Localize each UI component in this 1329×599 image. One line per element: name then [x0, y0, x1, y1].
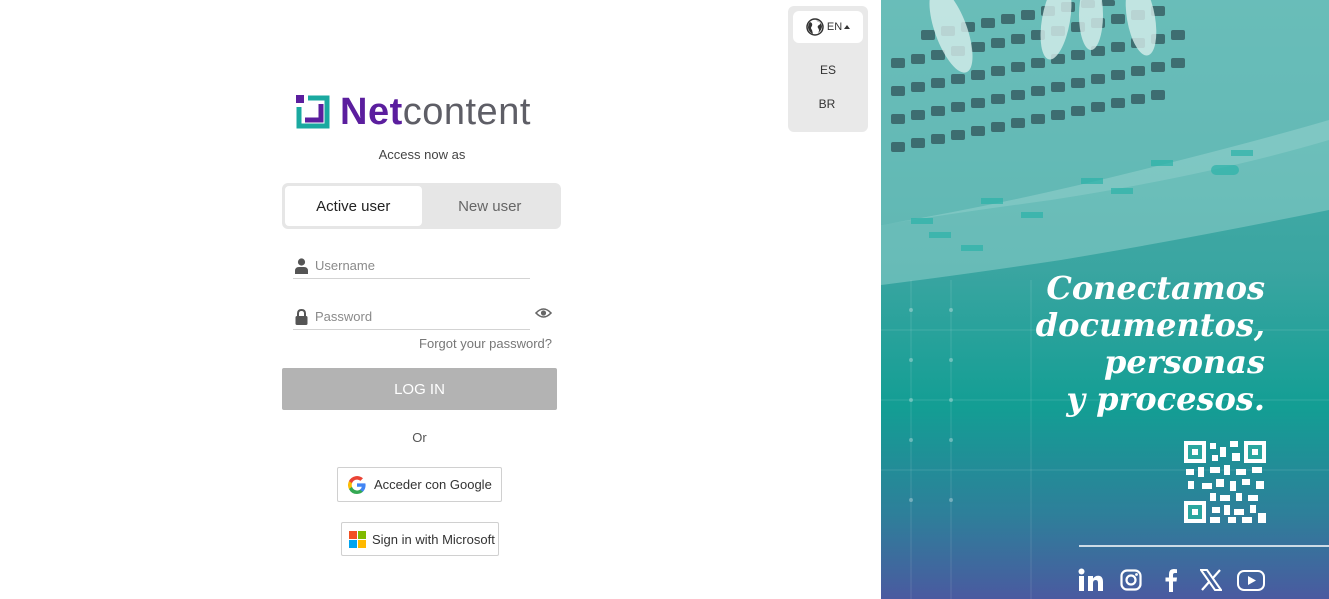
hero-tagline-line: y procesos.	[1066, 380, 1265, 418]
google-signin-button[interactable]: Acceder con Google	[337, 467, 502, 502]
username-field	[293, 253, 530, 279]
access-now-label: Access now as	[378, 147, 466, 162]
lock-icon	[293, 308, 309, 326]
hero-panel: Conectamos documentos, personas y proces…	[881, 0, 1329, 599]
show-password-eye-icon[interactable]	[534, 306, 553, 320]
caret-up-icon	[844, 25, 851, 29]
google-signin-label: Acceder con Google	[374, 477, 492, 492]
netcontent-logo: Netcontent	[296, 92, 531, 132]
hero-divider	[1079, 545, 1329, 547]
hero-tagline-line: personas	[1104, 343, 1265, 381]
microsoft-signin-label: Sign in with Microsoft	[372, 531, 495, 547]
username-input[interactable]	[315, 258, 515, 273]
google-icon	[348, 475, 366, 494]
x-icon[interactable]	[1197, 566, 1225, 594]
brand-name-net: Net	[340, 91, 403, 133]
language-current-button[interactable]: EN	[793, 11, 863, 43]
hero-tagline-line: documentos,	[1035, 306, 1265, 344]
microsoft-icon	[348, 530, 366, 548]
or-separator: Or	[412, 430, 427, 445]
language-selector: EN ES BR	[788, 6, 868, 132]
facebook-icon[interactable]	[1157, 566, 1185, 594]
brand-name: Netcontent	[340, 92, 531, 132]
language-current-label: EN	[826, 21, 843, 33]
netcontent-logo-icon	[296, 95, 330, 129]
hero-tagline: Conectamos documentos, personas y proces…	[1036, 270, 1265, 418]
hero-tagline-line: Conectamos	[1046, 269, 1265, 307]
linkedin-icon[interactable]	[1077, 566, 1105, 594]
password-input[interactable]	[315, 309, 515, 324]
password-field	[293, 304, 530, 330]
brand-name-content: content	[402, 91, 531, 133]
youtube-icon[interactable]	[1237, 566, 1265, 594]
social-links	[1077, 566, 1277, 594]
forgot-password-link[interactable]: Forgot your password?	[400, 336, 552, 351]
tab-new-user[interactable]: New user	[422, 186, 559, 226]
user-type-tabs: Active user New user	[282, 183, 561, 229]
user-icon	[293, 257, 309, 275]
language-option-es[interactable]: ES	[798, 63, 858, 77]
qr-code-icon	[1184, 441, 1266, 523]
tab-active-user[interactable]: Active user	[285, 186, 422, 226]
instagram-icon[interactable]	[1117, 566, 1145, 594]
login-button[interactable]: LOG IN	[282, 368, 557, 410]
language-option-br[interactable]: BR	[797, 97, 857, 111]
globe-icon	[806, 18, 824, 36]
microsoft-signin-button[interactable]: Sign in with Microsoft	[341, 522, 499, 556]
